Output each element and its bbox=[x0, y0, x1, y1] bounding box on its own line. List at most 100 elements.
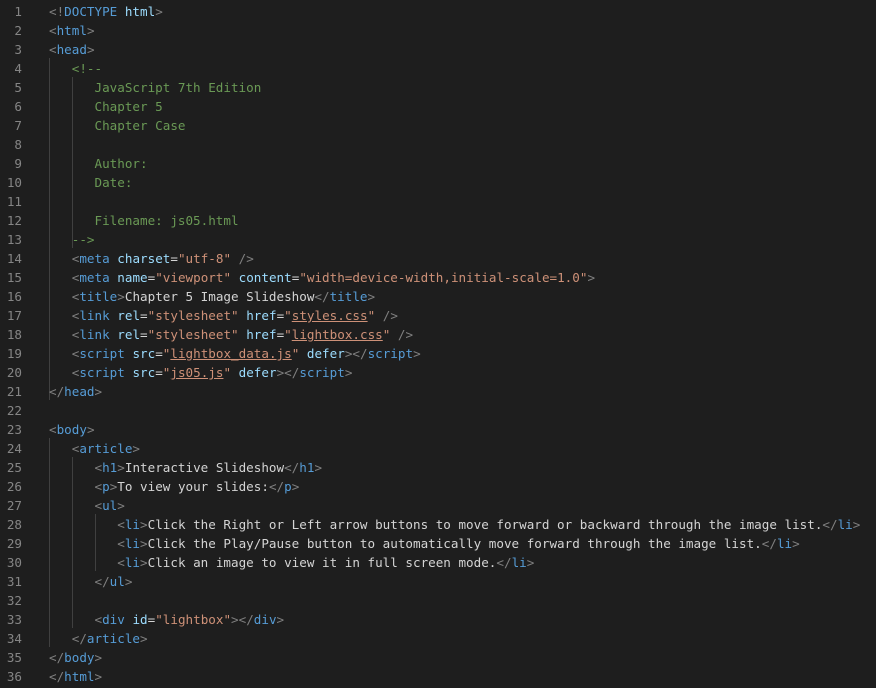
code-text: <script src="lightbox_data.js" defer></s… bbox=[49, 344, 421, 363]
code-line[interactable]: 23 <body> bbox=[0, 420, 876, 439]
code-line[interactable]: 34 </article> bbox=[0, 629, 876, 648]
code-line[interactable]: 32 bbox=[0, 591, 876, 610]
code-token: > bbox=[117, 289, 125, 304]
code-line[interactable]: 9 Author: bbox=[0, 154, 876, 173]
code-line[interactable]: 35 </body> bbox=[0, 648, 876, 667]
line-number: 17 bbox=[6, 308, 22, 323]
code-token: li bbox=[124, 555, 141, 570]
code-token: div bbox=[253, 612, 277, 627]
code-line[interactable]: 33 <div id="lightbox"></div> bbox=[0, 610, 876, 629]
code-token: defer bbox=[306, 346, 345, 361]
code-line[interactable]: 26 <p>To view your slides:</p> bbox=[0, 477, 876, 496]
code-text: <!DOCTYPE html> bbox=[49, 2, 163, 21]
code-text: <li>Click the Right or Left arrow button… bbox=[49, 515, 860, 534]
code-line[interactable]: 5 JavaScript 7th Edition bbox=[0, 78, 876, 97]
code-line[interactable]: 18 <link rel="stylesheet" href="lightbox… bbox=[0, 325, 876, 344]
code-line[interactable]: 15 <meta name="viewport" content="width=… bbox=[0, 268, 876, 287]
code-token: <! bbox=[49, 4, 65, 19]
code-token: > bbox=[852, 517, 861, 532]
code-token: link bbox=[79, 327, 110, 342]
code-text: <head> bbox=[49, 40, 95, 59]
code-token: ></ bbox=[231, 612, 254, 627]
code-token: li bbox=[511, 555, 527, 570]
code-token: </ bbox=[284, 460, 300, 475]
code-token: <!-- bbox=[71, 61, 103, 76]
code-line[interactable]: 1 <!DOCTYPE html> bbox=[0, 2, 876, 21]
line-number: 35 bbox=[6, 650, 22, 665]
code-line[interactable]: 28 <li>Click the Right or Left arrow but… bbox=[0, 515, 876, 534]
code-text: <!-- bbox=[49, 59, 102, 78]
code-line[interactable]: 11 bbox=[0, 192, 876, 211]
code-token: > bbox=[526, 555, 535, 570]
code-line[interactable]: 21 </head> bbox=[0, 382, 876, 401]
code-line[interactable]: 27 <ul> bbox=[0, 496, 876, 515]
line-number: 36 bbox=[6, 669, 22, 684]
code-token: article bbox=[79, 441, 133, 456]
code-token: id bbox=[132, 612, 148, 627]
code-text: <p>To view your slides:</p> bbox=[49, 477, 300, 496]
code-line[interactable]: 24 <article> bbox=[0, 439, 876, 458]
code-text: Author: bbox=[49, 154, 147, 173]
code-line[interactable]: 4 <!-- bbox=[0, 59, 876, 78]
code-line[interactable]: 22 bbox=[0, 401, 876, 420]
code-token: body bbox=[56, 422, 87, 437]
code-token: li bbox=[124, 536, 141, 551]
code-line[interactable]: 10 Date: bbox=[0, 173, 876, 192]
code-token: Click an image to view it in full screen… bbox=[147, 555, 497, 570]
code-text: <ul> bbox=[49, 496, 125, 515]
code-line[interactable]: 12 Filename: js05.html bbox=[0, 211, 876, 230]
file-link[interactable]: js05.js bbox=[170, 365, 223, 380]
code-line[interactable]: 30 <li>Click an image to view it in full… bbox=[0, 553, 876, 572]
code-line[interactable]: 20 <script src="js05.js" defer></script> bbox=[0, 363, 876, 382]
code-token: title bbox=[329, 289, 368, 304]
code-token: Chapter Case bbox=[49, 118, 186, 133]
file-link[interactable]: lightbox.css bbox=[292, 327, 383, 342]
file-link[interactable]: styles.css bbox=[292, 308, 368, 323]
code-token: > bbox=[413, 346, 421, 361]
code-line[interactable]: 13 --> bbox=[0, 230, 876, 249]
code-text: <li>Click an image to view it in full sc… bbox=[49, 553, 534, 572]
code-token: = bbox=[140, 327, 148, 342]
code-token: To view your slides: bbox=[117, 479, 269, 494]
code-line[interactable]: 36 </html> bbox=[0, 667, 876, 686]
code-text: <html> bbox=[49, 21, 95, 40]
code-token: > bbox=[94, 669, 103, 684]
line-number: 12 bbox=[6, 213, 22, 228]
code-token: ></ bbox=[344, 346, 368, 361]
line-number: 2 bbox=[14, 23, 22, 38]
code-line[interactable]: 14 <meta charset="utf-8" /> bbox=[0, 249, 876, 268]
code-line[interactable]: 17 <link rel="stylesheet" href="styles.c… bbox=[0, 306, 876, 325]
code-editor[interactable]: 1 <!DOCTYPE html> 2 <html> 3 <head> 4 <!-- 5 Ja… bbox=[0, 0, 876, 688]
file-link[interactable]: lightbox_data.js bbox=[170, 346, 291, 361]
code-line[interactable]: 19 <script src="lightbox_data.js" defer>… bbox=[0, 344, 876, 363]
code-text: --> bbox=[49, 230, 95, 249]
code-line[interactable]: 7 Chapter Case bbox=[0, 116, 876, 135]
line-number: 8 bbox=[14, 137, 22, 152]
code-token: html bbox=[64, 669, 95, 684]
code-line[interactable]: 3 <head> bbox=[0, 40, 876, 59]
code-token: > bbox=[94, 650, 103, 665]
line-number: 23 bbox=[6, 422, 22, 437]
code-token: html bbox=[56, 23, 87, 38]
code-text: <title>Chapter 5 Image Slideshow</title> bbox=[49, 287, 375, 306]
code-token: </ bbox=[822, 517, 838, 532]
code-token: href bbox=[246, 327, 277, 342]
code-text: Chapter Case bbox=[49, 116, 185, 135]
code-text: <li>Click the Play/Pause button to autom… bbox=[49, 534, 799, 553]
code-token: head bbox=[56, 42, 87, 57]
code-text: </ul> bbox=[49, 572, 133, 591]
code-line[interactable]: 6 Chapter 5 bbox=[0, 97, 876, 116]
code-line[interactable]: 8 bbox=[0, 135, 876, 154]
code-line[interactable]: 29 <li>Click the Play/Pause button to au… bbox=[0, 534, 876, 553]
code-line[interactable]: 31 </ul> bbox=[0, 572, 876, 591]
code-line[interactable]: 16 <title>Chapter 5 Image Slideshow</tit… bbox=[0, 287, 876, 306]
code-token: > bbox=[117, 498, 125, 513]
code-line[interactable]: 2 <html> bbox=[0, 21, 876, 40]
code-token: charset bbox=[117, 251, 171, 266]
code-token: script bbox=[79, 346, 125, 361]
code-token: li bbox=[776, 536, 793, 551]
code-line[interactable]: 25 <h1>Interactive Slideshow</h1> bbox=[0, 458, 876, 477]
